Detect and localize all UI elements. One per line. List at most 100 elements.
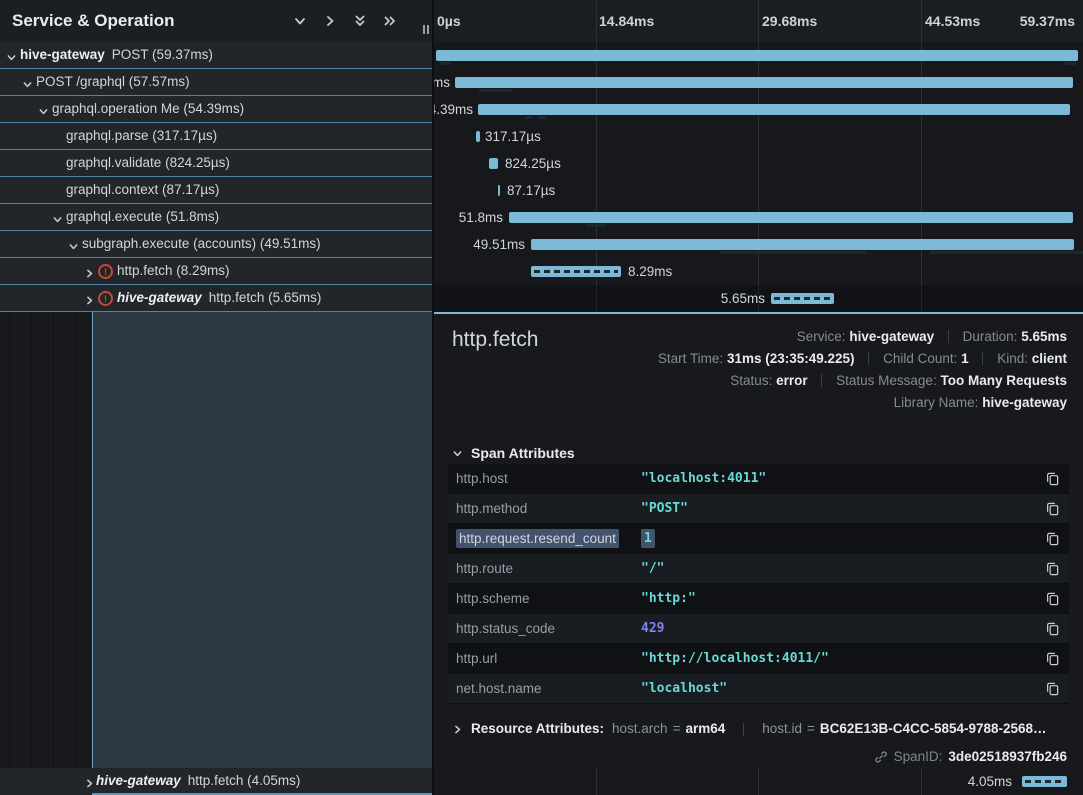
attribute-row: http.url "http://localhost:4011/" xyxy=(448,644,1069,674)
divider xyxy=(948,330,949,343)
tree-row-http-fetch-8ms[interactable]: http.fetch (8.29ms) xyxy=(0,258,432,285)
copy-button[interactable] xyxy=(1045,681,1061,697)
meta-value-status-message: Too Many Requests xyxy=(940,373,1067,388)
tree-row-graphql-validate[interactable]: graphql.validate (824.25µs) xyxy=(0,150,432,177)
meta-value-service: hive-gateway xyxy=(849,329,934,344)
copy-button[interactable] xyxy=(1045,591,1061,607)
selected-span-expanded-area xyxy=(92,312,432,768)
tree-row-graphql-parse[interactable]: graphql.parse (317.17µs) xyxy=(0,123,432,150)
tree-title: Service & Operation xyxy=(12,0,175,42)
attribute-key: http.method xyxy=(456,494,527,524)
span-bar[interactable] xyxy=(771,293,834,304)
span-bar[interactable] xyxy=(1022,776,1067,787)
copy-icon xyxy=(1045,501,1060,516)
double-chevron-right-icon xyxy=(383,14,397,28)
expand-chevron-icon[interactable] xyxy=(38,104,49,115)
copy-button[interactable] xyxy=(1045,651,1061,667)
panel-resize-handle[interactable] xyxy=(423,25,429,34)
span-duration-label: 54.39ms xyxy=(434,96,473,123)
span-duration-label: 317.17µs xyxy=(485,123,541,150)
chevron-right-icon xyxy=(452,724,463,735)
operation-name: graphql.validate (824.25µs) xyxy=(66,155,230,170)
attribute-key: http.status_code xyxy=(456,614,555,644)
copy-button[interactable] xyxy=(1045,531,1061,547)
attribute-row: http.method "POST" xyxy=(448,494,1069,524)
span-duration-label: 51.8ms xyxy=(459,204,503,231)
tree-row-graphql-context[interactable]: graphql.context (87.17µs) xyxy=(0,177,432,204)
expand-one-button[interactable] xyxy=(322,13,338,29)
tree-row-graphql-operation[interactable]: graphql.operation Me (54.39ms) xyxy=(0,96,432,123)
span-attributes-header[interactable]: Span Attributes xyxy=(452,443,575,463)
expand-chevron-icon[interactable] xyxy=(84,776,95,787)
meta-label: Status Message: xyxy=(836,373,937,388)
span-duration-label: 8.29ms xyxy=(628,258,672,285)
span-bar[interactable] xyxy=(498,185,500,196)
resource-attribute: host.arch=arm64 xyxy=(612,718,725,740)
timeline-row: 87.17µs xyxy=(434,177,1083,204)
operation-name: graphql.parse (317.17µs) xyxy=(66,128,217,143)
span-bar[interactable] xyxy=(531,239,1074,250)
collapse-one-button[interactable] xyxy=(292,13,308,29)
attribute-row: http.status_code 429 xyxy=(448,614,1069,644)
copy-button[interactable] xyxy=(1045,561,1061,577)
span-bar[interactable] xyxy=(478,104,1070,115)
span-bar[interactable] xyxy=(436,50,1078,61)
tree-row-post-graphql[interactable]: POST /graphql (57.57ms) xyxy=(0,69,432,96)
span-bar[interactable] xyxy=(489,158,498,169)
expand-chevron-icon[interactable] xyxy=(22,77,33,88)
attribute-row: http.scheme "http:" xyxy=(448,584,1069,614)
span-duration-label: 57.57ms xyxy=(434,69,450,96)
span-duration-label: 4.05ms xyxy=(968,768,1012,795)
operation-name: http.fetch (8.29ms) xyxy=(117,263,230,278)
copy-icon xyxy=(1045,591,1060,606)
operation-name: POST /graphql (57.57ms) xyxy=(36,74,190,89)
attribute-row-selected: http.request.resend_count 1 xyxy=(448,524,1069,554)
copy-button[interactable] xyxy=(1045,621,1061,637)
copy-button[interactable] xyxy=(1045,471,1061,487)
expand-chevron-icon[interactable] xyxy=(84,293,95,304)
operation-name: graphql.context (87.17µs) xyxy=(66,182,219,197)
service-name: hive-gateway xyxy=(96,773,181,788)
trace-viewer: Service & Operation xyxy=(0,0,1083,795)
expand-chevron-icon[interactable] xyxy=(52,212,63,223)
tree-header: Service & Operation xyxy=(0,0,432,42)
error-icon xyxy=(98,291,113,306)
resource-attributes-header[interactable]: Resource Attributes: xyxy=(452,718,604,740)
meta-value-kind: client xyxy=(1032,351,1067,366)
expand-chevron-icon[interactable] xyxy=(68,239,79,250)
meta-value-status: error xyxy=(776,373,808,388)
copy-button[interactable] xyxy=(1045,501,1061,517)
meta-value-library: hive-gateway xyxy=(982,395,1067,410)
expand-chevron-icon[interactable] xyxy=(6,50,17,61)
timeline-row: 49.51ms xyxy=(434,231,1083,258)
span-bar[interactable] xyxy=(531,266,621,277)
attribute-row: http.route "/" xyxy=(448,554,1069,584)
tree-row-http-fetch-4ms[interactable]: hive-gatewayhttp.fetch (4.05ms) xyxy=(0,768,432,795)
timeline-row xyxy=(434,42,1083,69)
attribute-key: net.host.name xyxy=(456,674,542,704)
tree-row-subgraph-execute[interactable]: subgraph.execute (accounts) (49.51ms) xyxy=(0,231,432,258)
timeline-row: 4.05ms xyxy=(434,768,1083,795)
attribute-value: "localhost" xyxy=(641,674,727,704)
expand-chevron-icon[interactable] xyxy=(84,266,95,277)
child-span-marker xyxy=(1065,62,1076,65)
span-duration-label: 5.65ms xyxy=(721,285,765,312)
tree-row-graphql-execute[interactable]: graphql.execute (51.8ms) xyxy=(0,204,432,231)
tick-label: 44.53ms xyxy=(925,0,980,42)
attribute-value: "http:" xyxy=(641,584,696,614)
span-bar[interactable] xyxy=(455,77,1073,88)
span-duration-label: 49.51ms xyxy=(473,231,525,258)
meta-label: Status: xyxy=(730,373,772,388)
operation-name: graphql.execute (51.8ms) xyxy=(66,209,219,224)
span-bar[interactable] xyxy=(476,131,480,142)
divider xyxy=(982,352,983,365)
expand-all-button[interactable] xyxy=(382,13,398,29)
collapse-all-button[interactable] xyxy=(352,13,368,29)
span-bar[interactable] xyxy=(509,212,1073,223)
tree-row-http-fetch-5ms-selected[interactable]: hive-gatewayhttp.fetch (5.65ms) xyxy=(0,285,432,312)
tree-row-root[interactable]: hive-gatewayPOST (59.37ms) xyxy=(0,42,432,69)
copy-icon xyxy=(1045,681,1060,696)
meta-label: Start Time: xyxy=(658,351,723,366)
meta-label: Child Count: xyxy=(883,351,957,366)
timeline-row: 54.39ms xyxy=(434,96,1083,123)
